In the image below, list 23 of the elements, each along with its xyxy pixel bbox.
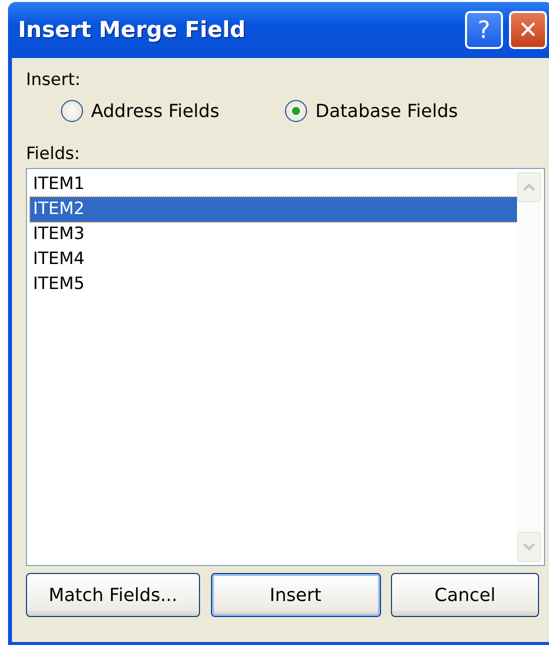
chevron-down-icon — [523, 543, 535, 551]
dialog-button[interactable]: Match Fields... — [26, 573, 200, 617]
scroll-up-button[interactable] — [517, 172, 541, 202]
dialog-button[interactable]: Cancel — [391, 573, 539, 617]
fields-list[interactable]: ITEM1 ITEM2 ITEM3 ITEM4 ITEM5 — [26, 168, 545, 566]
list-item[interactable]: ITEM4 — [30, 247, 517, 272]
window-title: Insert Merge Field — [18, 18, 247, 42]
list-item[interactable]: ITEM3 — [30, 222, 517, 247]
close-button[interactable]: ✕ — [509, 11, 547, 49]
scrollbar[interactable] — [517, 172, 541, 562]
dialog-button[interactable]: Insert — [210, 573, 380, 617]
radio-option[interactable]: Address Fields — [61, 100, 220, 122]
list-item[interactable]: ITEM5 — [30, 272, 517, 297]
list-item[interactable]: ITEM1 — [30, 172, 517, 197]
scroll-down-button[interactable] — [517, 532, 541, 562]
insert-label: Insert: — [26, 70, 80, 90]
fields-label: Fields: — [26, 144, 80, 164]
chevron-up-icon — [523, 183, 535, 191]
help-button[interactable]: ? — [465, 11, 503, 49]
list-item[interactable]: ITEM2 — [30, 197, 517, 222]
radio-icon[interactable] — [61, 100, 83, 122]
radio-icon[interactable] — [285, 100, 308, 122]
radio-option[interactable]: Database Fields — [285, 100, 458, 122]
